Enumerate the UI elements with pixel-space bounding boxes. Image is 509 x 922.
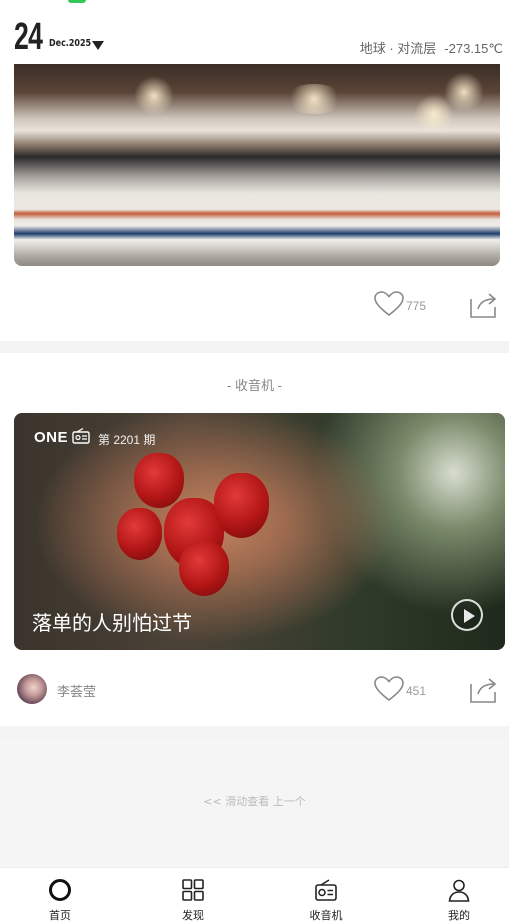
battery-icon	[68, 0, 86, 3]
weather-info: 地球 · 对流层 -273.15℃	[352, 38, 503, 57]
heart-icon[interactable]	[374, 291, 404, 317]
tab-discover[interactable]: 发现	[153, 868, 233, 922]
radio-issue: 第 2201 期	[98, 433, 156, 447]
radio-icon	[315, 879, 337, 901]
tab-label: 发现	[182, 909, 204, 922]
home-circle-icon	[49, 879, 71, 901]
user-icon	[448, 879, 470, 902]
header: 24 Dec.2025 地球 · 对流层 -273.15℃	[0, 10, 509, 64]
location-text: 地球 · 对流层	[359, 41, 437, 56]
grid-icon	[182, 879, 204, 901]
date-day: 24	[14, 16, 43, 58]
swipe-hint: << 滑动查看 上一个	[203, 795, 306, 808]
photo-post-actions: 775	[0, 288, 509, 324]
share-icon[interactable]	[468, 291, 498, 319]
tab-radio[interactable]: 收音机	[286, 868, 366, 922]
tab-label: 收音机	[309, 909, 343, 922]
radio-card[interactable]: ONE 第 2201 期 落单的人别怕过节	[14, 413, 505, 650]
radio-icon	[72, 428, 90, 444]
status-bar	[0, 0, 509, 6]
tab-label: 首页	[49, 909, 71, 922]
like-count: 775	[406, 299, 427, 313]
date-month[interactable]: Dec.2025	[49, 38, 91, 49]
like-count: 451	[406, 684, 427, 698]
bottom-tab-bar: 首页 发现 收音机 我的	[0, 867, 509, 922]
tab-me[interactable]: 我的	[419, 868, 499, 922]
heart-icon[interactable]	[374, 676, 404, 702]
radio-title: 落单的人别怕过节	[32, 611, 192, 635]
train-photo[interactable]	[14, 64, 500, 266]
temperature-text: -273.15℃	[444, 41, 503, 56]
tab-label: 我的	[448, 909, 470, 922]
play-button[interactable]	[451, 599, 483, 631]
share-icon[interactable]	[468, 676, 498, 704]
section-divider	[0, 726, 509, 738]
radio-actions: 451	[0, 673, 509, 709]
one-logo: ONE	[34, 429, 69, 446]
section-title: - 收音机 -	[227, 378, 282, 393]
section-divider	[0, 341, 509, 353]
caret-down-icon[interactable]	[92, 41, 104, 50]
tab-home[interactable]: 首页	[20, 868, 100, 922]
